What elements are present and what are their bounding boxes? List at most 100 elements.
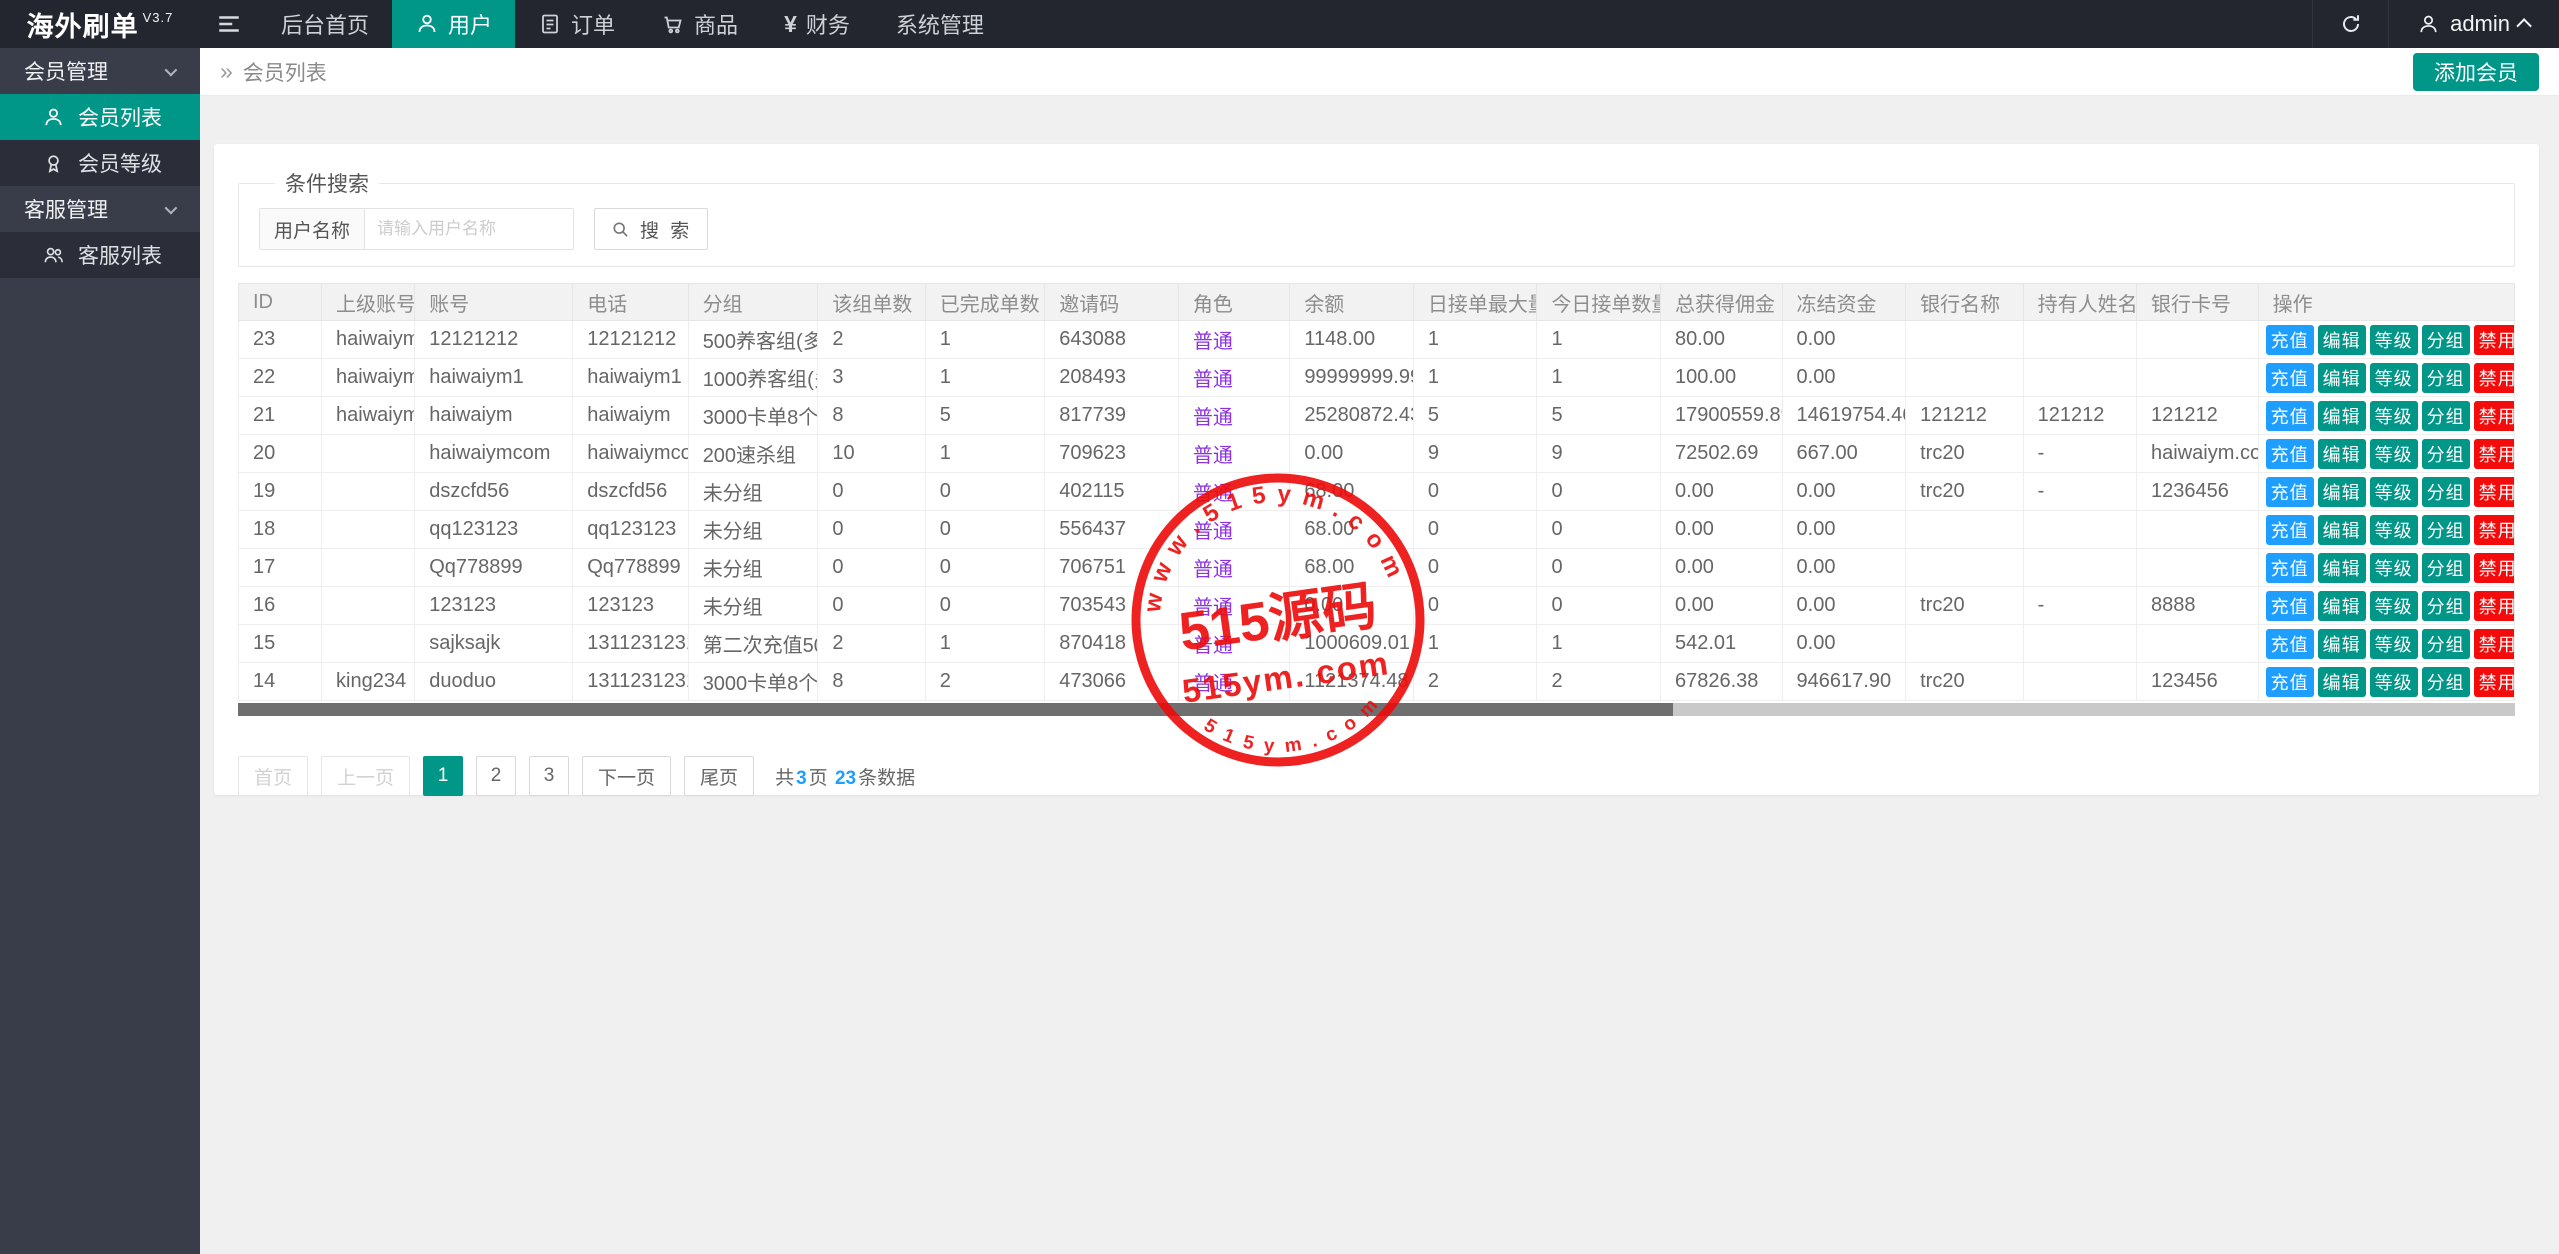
horizontal-scrollbar[interactable] [238,703,2515,716]
recharge-button[interactable]: 充值 [2266,477,2314,507]
group-button[interactable]: 分组 [2422,553,2470,583]
app-version: V3.7 [143,10,174,25]
recharge-button[interactable]: 充值 [2266,553,2314,583]
table-cell: 1 [1537,625,1661,663]
pagination-next[interactable]: 下一页 [582,756,671,796]
recharge-button[interactable]: 充值 [2266,363,2314,393]
edit-button[interactable]: 编辑 [2318,515,2366,545]
nav-item-users[interactable]: 用户 [392,0,515,48]
group-button[interactable]: 分组 [2422,629,2470,659]
edit-button[interactable]: 编辑 [2318,553,2366,583]
scrollbar-thumb[interactable] [238,703,1673,716]
pagination-last[interactable]: 尾页 [684,756,754,796]
recharge-button[interactable]: 充值 [2266,515,2314,545]
edit-button[interactable]: 编辑 [2318,363,2366,393]
group-button[interactable]: 分组 [2422,401,2470,431]
level-button[interactable]: 等级 [2370,363,2418,393]
table-cell: 556437 [1045,511,1179,549]
edit-button[interactable]: 编辑 [2318,591,2366,621]
role-link[interactable]: 普通 [1193,559,1233,581]
sidebar-item-member-list[interactable]: 会员列表 [0,94,200,140]
recharge-button[interactable]: 充值 [2266,667,2314,697]
table-row: 15sajksajk13112312314第二次充值50...21870418普… [239,625,2515,663]
level-button[interactable]: 等级 [2370,591,2418,621]
disable-button[interactable]: 禁用 [2474,325,2515,355]
group-button[interactable]: 分组 [2422,439,2470,469]
table-cell: 5 [925,397,1045,435]
role-link[interactable]: 普通 [1193,673,1233,695]
disable-button[interactable]: 禁用 [2474,667,2515,697]
edit-button[interactable]: 编辑 [2318,401,2366,431]
disable-button[interactable]: 禁用 [2474,401,2515,431]
edit-button[interactable]: 编辑 [2318,667,2366,697]
sidebar-item-service-list[interactable]: 客服列表 [0,232,200,278]
recharge-button[interactable]: 充值 [2266,591,2314,621]
group-button[interactable]: 分组 [2422,325,2470,355]
level-button[interactable]: 等级 [2370,325,2418,355]
sidebar-item-member-level[interactable]: 会员等级 [0,140,200,186]
nav-item-finance[interactable]: ¥ 财务 [761,0,873,48]
page-button-1[interactable]: 1 [423,756,463,796]
pagination-first[interactable]: 首页 [238,756,308,796]
edit-button[interactable]: 编辑 [2318,325,2366,355]
disable-button[interactable]: 禁用 [2474,591,2515,621]
refresh-button[interactable] [2312,0,2388,48]
group-button[interactable]: 分组 [2422,591,2470,621]
edit-button[interactable]: 编辑 [2318,439,2366,469]
nav-item-system[interactable]: 系统管理 [873,0,1007,48]
nav-item-orders[interactable]: 订单 [515,0,638,48]
add-member-button[interactable]: 添加会员 [2413,53,2539,91]
recharge-button[interactable]: 充值 [2266,401,2314,431]
group-button[interactable]: 分组 [2422,515,2470,545]
disable-button[interactable]: 禁用 [2474,363,2515,393]
table-cell [322,435,415,473]
page-button-2[interactable]: 2 [476,756,516,796]
recharge-button[interactable]: 充值 [2266,439,2314,469]
level-button[interactable]: 等级 [2370,477,2418,507]
group-button[interactable]: 分组 [2422,667,2470,697]
table-cell: 15 [239,625,322,663]
level-button[interactable]: 等级 [2370,667,2418,697]
role-link[interactable]: 普通 [1193,597,1233,619]
table-cell [1906,511,2023,549]
table-cell: 0.00 [1782,587,1906,625]
search-button[interactable]: 搜 索 [594,208,708,250]
sidebar-group-member-management[interactable]: 会员管理 [0,48,200,94]
role-link[interactable]: 普通 [1193,407,1233,429]
level-button[interactable]: 等级 [2370,553,2418,583]
table-row: 22haiwaiymhaiwaiym1haiwaiym11000养客组(多...… [239,359,2515,397]
group-button[interactable]: 分组 [2422,363,2470,393]
disable-button[interactable]: 禁用 [2474,515,2515,545]
role-link[interactable]: 普通 [1193,483,1233,505]
role-link[interactable]: 普通 [1193,445,1233,467]
pagination-prev[interactable]: 上一页 [321,756,410,796]
table-cell: 2 [818,625,925,663]
recharge-button[interactable]: 充值 [2266,325,2314,355]
disable-button[interactable]: 禁用 [2474,553,2515,583]
level-button[interactable]: 等级 [2370,629,2418,659]
column-header: 该组单数 [818,284,925,321]
role-link[interactable]: 普通 [1193,521,1233,543]
edit-button[interactable]: 编辑 [2318,477,2366,507]
sidebar-toggle-button[interactable] [200,0,258,48]
table-cell [322,549,415,587]
disable-button[interactable]: 禁用 [2474,439,2515,469]
level-button[interactable]: 等级 [2370,401,2418,431]
disable-button[interactable]: 禁用 [2474,629,2515,659]
page-button-3[interactable]: 3 [529,756,569,796]
username-input[interactable] [365,209,573,249]
nav-item-goods[interactable]: 商品 [638,0,761,48]
nav-item-dashboard[interactable]: 后台首页 [258,0,392,48]
role-link[interactable]: 普通 [1193,635,1233,657]
edit-button[interactable]: 编辑 [2318,629,2366,659]
sidebar-group-service-management[interactable]: 客服管理 [0,186,200,232]
disable-button[interactable]: 禁用 [2474,477,2515,507]
recharge-button[interactable]: 充值 [2266,629,2314,659]
level-button[interactable]: 等级 [2370,515,2418,545]
level-button[interactable]: 等级 [2370,439,2418,469]
role-link[interactable]: 普通 [1193,331,1233,353]
group-button[interactable]: 分组 [2422,477,2470,507]
table-cell: - [2023,435,2136,473]
user-menu[interactable]: admin [2388,0,2559,48]
role-link[interactable]: 普通 [1193,369,1233,391]
